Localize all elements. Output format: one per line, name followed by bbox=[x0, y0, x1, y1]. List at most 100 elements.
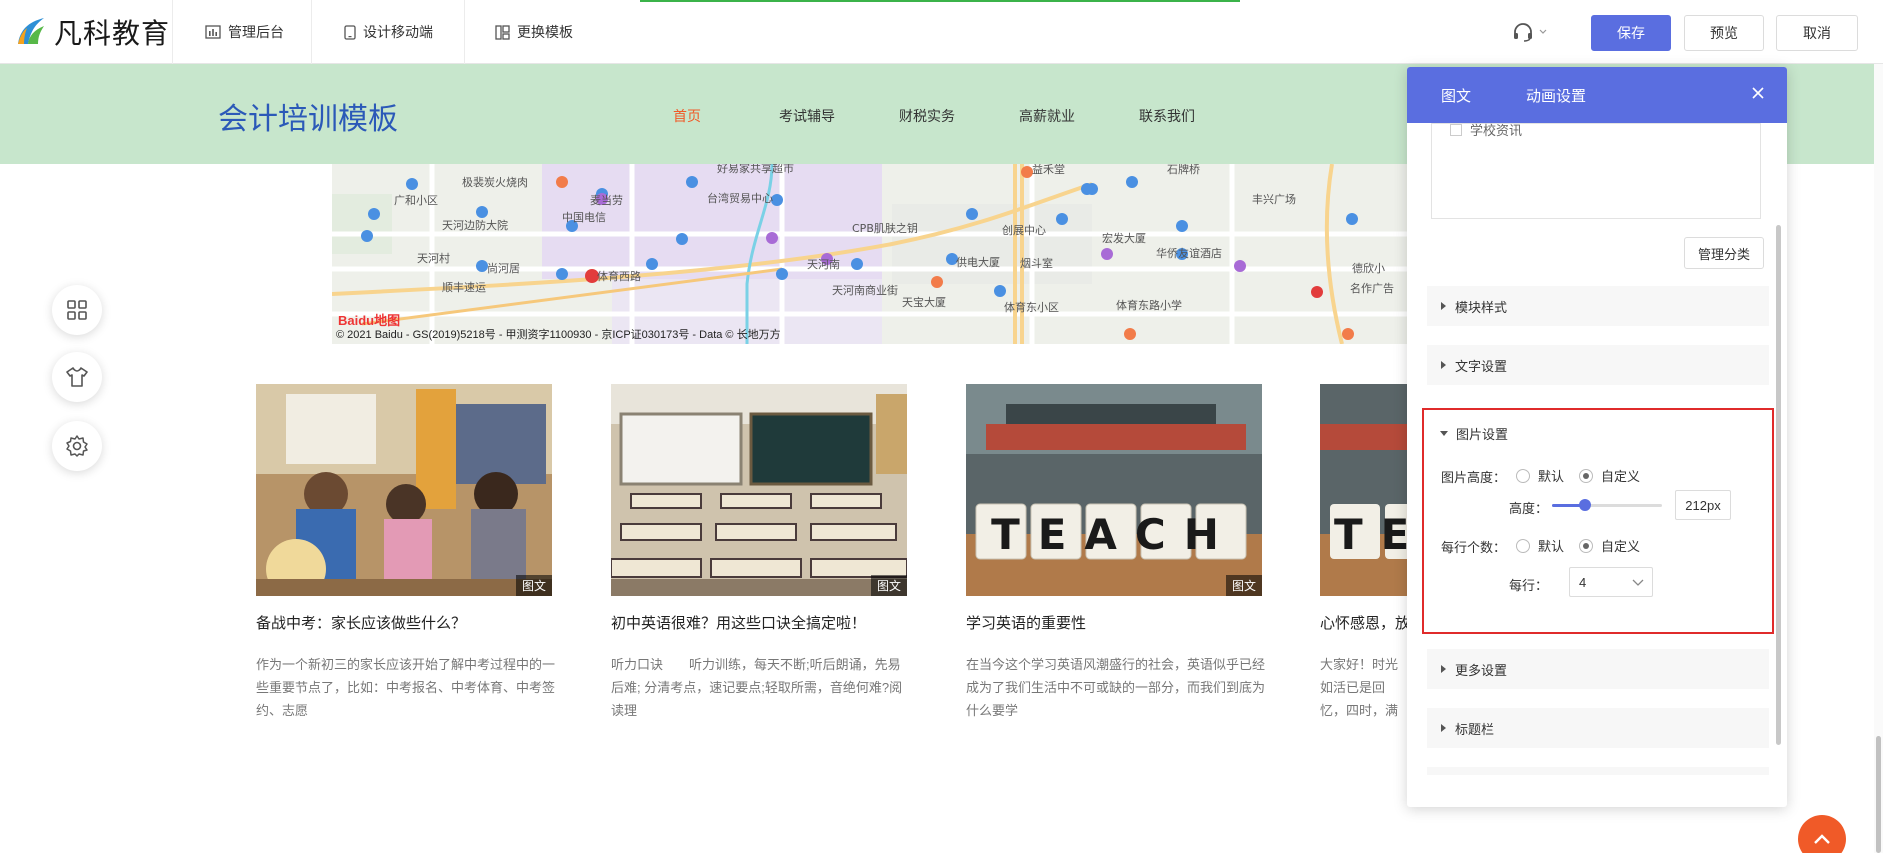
nav-change-template[interactable]: 更换模板 bbox=[465, 0, 605, 64]
logo-icon bbox=[18, 18, 44, 44]
svg-text:CPB肌肤之钥: CPB肌肤之钥 bbox=[852, 221, 918, 235]
site-nav-tax[interactable]: 财税实务 bbox=[899, 106, 955, 126]
article-card[interactable]: TEACH 图文 学习英语的重要性 在当今这个学习英语风潮盛行的社会，英语似乎已… bbox=[966, 384, 1265, 722]
category-box: 学校资讯 bbox=[1431, 123, 1761, 219]
site-nav-contact[interactable]: 联系我们 bbox=[1139, 106, 1195, 126]
panel-scrollbar[interactable] bbox=[1776, 225, 1781, 745]
section-text-settings[interactable]: 文字设置 bbox=[1427, 345, 1769, 385]
settings-panel: 图文 动画设置 学校资讯 管理分类 模块样式 文字设置 图片设置 图片高度： 默… bbox=[1407, 67, 1787, 807]
mobile-icon bbox=[344, 24, 356, 40]
article-card[interactable]: 图文 备战中考：家长应该做些什么？ 作为一个新初三的家长应该开始了解中考过程中的… bbox=[256, 384, 555, 722]
nav-admin[interactable]: 管理后台 bbox=[172, 0, 312, 64]
per-row-select[interactable]: 4 bbox=[1569, 567, 1653, 597]
svg-text:烟斗室: 烟斗室 bbox=[1020, 256, 1053, 270]
manage-category-button[interactable]: 管理分类 bbox=[1684, 237, 1764, 269]
teach-blocks-image: TEACH bbox=[966, 384, 1262, 596]
svg-text:中国电信: 中国电信 bbox=[562, 211, 606, 224]
article-tag: 图文 bbox=[1225, 575, 1262, 596]
section-label: 模块样式 bbox=[1455, 299, 1508, 315]
svg-text:名作广告: 名作广告 bbox=[1350, 281, 1394, 295]
per-row-custom-radio[interactable]: 自定义 bbox=[1579, 536, 1640, 555]
height-value-input[interactable]: 212px bbox=[1675, 490, 1731, 520]
site-nav-home[interactable]: 首页 bbox=[673, 106, 701, 126]
image-settings-group: 图片设置 图片高度： 默认 自定义 高度： 212px 每行个数： 默认 自定义… bbox=[1422, 408, 1774, 634]
article-title[interactable]: 心怀感恩，放 bbox=[1320, 612, 1410, 633]
tab-animation[interactable]: 动画设置 bbox=[1526, 85, 1586, 106]
article-card[interactable]: 图文 初中英语很难？用这些口诀全搞定啦！ 听力口诀 听力训练，每天不断;听后朗诵… bbox=[611, 384, 907, 722]
settings-icon bbox=[66, 435, 88, 457]
section-more-settings[interactable]: 更多设置 bbox=[1427, 649, 1769, 689]
nav-mobile-design[interactable]: 设计移动端 bbox=[312, 0, 465, 64]
page-scrollbar-thumb[interactable] bbox=[1876, 736, 1881, 853]
section-label: 标题栏 bbox=[1455, 721, 1495, 737]
section-title-bar[interactable]: 标题栏 bbox=[1427, 708, 1769, 748]
article-title[interactable]: 学习英语的重要性 bbox=[966, 612, 1262, 633]
settings-tool[interactable] bbox=[52, 421, 102, 471]
nav-template-label: 更换模板 bbox=[517, 24, 573, 40]
logo[interactable]: 凡科教育 bbox=[14, 14, 170, 50]
section-label: 更多设置 bbox=[1455, 662, 1508, 678]
height-slider[interactable] bbox=[1552, 499, 1662, 511]
teach-blocks-image-partial: TE bbox=[1320, 384, 1410, 596]
caret-right-icon bbox=[1441, 665, 1446, 673]
save-button[interactable]: 保存 bbox=[1591, 15, 1671, 51]
svg-text:供电大厦: 供电大厦 bbox=[956, 255, 1000, 269]
caret-right-icon bbox=[1441, 361, 1446, 369]
svg-text:天河南商业街: 天河南商业街 bbox=[832, 283, 898, 297]
site-title[interactable]: 会计培训模板 bbox=[218, 94, 398, 138]
radio-label: 默认 bbox=[1538, 469, 1565, 484]
section-label: 图片设置 bbox=[1456, 426, 1509, 442]
components-tool[interactable] bbox=[52, 285, 102, 335]
svg-text:德欣小: 德欣小 bbox=[1352, 261, 1385, 275]
height-slider-handle[interactable] bbox=[1579, 499, 1591, 511]
site-nav-exam[interactable]: 考试辅导 bbox=[779, 106, 835, 126]
section-module-style[interactable]: 模块样式 bbox=[1427, 286, 1769, 326]
nav-mobile-label: 设计移动端 bbox=[363, 24, 433, 40]
bar-chart-icon bbox=[205, 25, 221, 39]
caret-right-icon bbox=[1441, 302, 1446, 310]
tab-graphic[interactable]: 图文 bbox=[1441, 85, 1471, 106]
svg-text:宏发大厦: 宏发大厦 bbox=[1102, 231, 1146, 245]
map-image: 极裴炭火烧肉天河边防大院 中国电信 麦当劳 台湾贸易中心 好易家共享超市天河南 CPB肌… bbox=[332, 164, 1408, 344]
preview-button[interactable]: 预览 bbox=[1684, 15, 1764, 51]
row-label: 每行： bbox=[1509, 578, 1549, 593]
cancel-button[interactable]: 取消 bbox=[1776, 15, 1858, 51]
radio-label: 自定义 bbox=[1601, 469, 1641, 484]
chevron-down-icon bbox=[1632, 579, 1644, 586]
teach-blocks-text: TEACH bbox=[991, 510, 1237, 559]
theme-tool[interactable] bbox=[52, 352, 102, 402]
svg-text:天宝大厦: 天宝大厦 bbox=[902, 295, 946, 309]
article-image[interactable]: TEACH 图文 bbox=[966, 384, 1262, 596]
category-item[interactable]: 学校资讯 bbox=[1450, 120, 1522, 139]
top-toolbar: 凡科教育 管理后台 设计移动端 更换模板 保存 预览 取消 bbox=[0, 0, 1883, 64]
close-icon[interactable] bbox=[1751, 86, 1765, 100]
radio-circle bbox=[1516, 538, 1530, 553]
article-image[interactable]: 图文 bbox=[256, 384, 552, 596]
site-nav-jobs[interactable]: 高薪就业 bbox=[1019, 106, 1075, 126]
back-to-top-button[interactable] bbox=[1798, 815, 1846, 853]
per-row-default-radio[interactable]: 默认 bbox=[1516, 536, 1564, 555]
shirt-icon bbox=[66, 367, 88, 387]
section-image-settings[interactable]: 图片设置 bbox=[1427, 413, 1769, 453]
svg-text:体育东小区: 体育东小区 bbox=[1004, 300, 1059, 314]
svg-text:天河村: 天河村 bbox=[417, 251, 450, 265]
svg-text:丰兴广场: 丰兴广场 bbox=[1252, 192, 1296, 206]
chevron-down-icon bbox=[1539, 29, 1547, 34]
svg-text:麦当劳: 麦当劳 bbox=[590, 193, 623, 207]
radio-circle bbox=[1579, 538, 1593, 553]
baidu-map[interactable]: 极裴炭火烧肉 天河边防大院 中国电信 麦当劳 台湾贸易中心 好易家共享超市 天河南 CPB肌… bbox=[332, 164, 1408, 344]
checkbox[interactable] bbox=[1450, 123, 1462, 136]
article-image[interactable]: 图文 bbox=[611, 384, 907, 596]
support-dropdown[interactable] bbox=[1512, 22, 1547, 42]
article-image[interactable]: TE bbox=[1320, 384, 1410, 596]
empty-classroom-image bbox=[611, 384, 907, 596]
caret-right-icon bbox=[1441, 724, 1446, 732]
image-height-default-radio[interactable]: 默认 bbox=[1516, 466, 1564, 485]
image-height-custom-radio[interactable]: 自定义 bbox=[1579, 466, 1640, 485]
category-label: 学校资讯 bbox=[1470, 123, 1523, 138]
article-title[interactable]: 初中英语很难？用这些口诀全搞定啦！ bbox=[611, 612, 907, 633]
article-title[interactable]: 备战中考：家长应该做些什么？ bbox=[256, 612, 552, 633]
per-row-value: 4 bbox=[1579, 574, 1587, 590]
svg-text:创展中心: 创展中心 bbox=[1002, 224, 1046, 237]
page-scrollbar[interactable] bbox=[1874, 0, 1883, 853]
